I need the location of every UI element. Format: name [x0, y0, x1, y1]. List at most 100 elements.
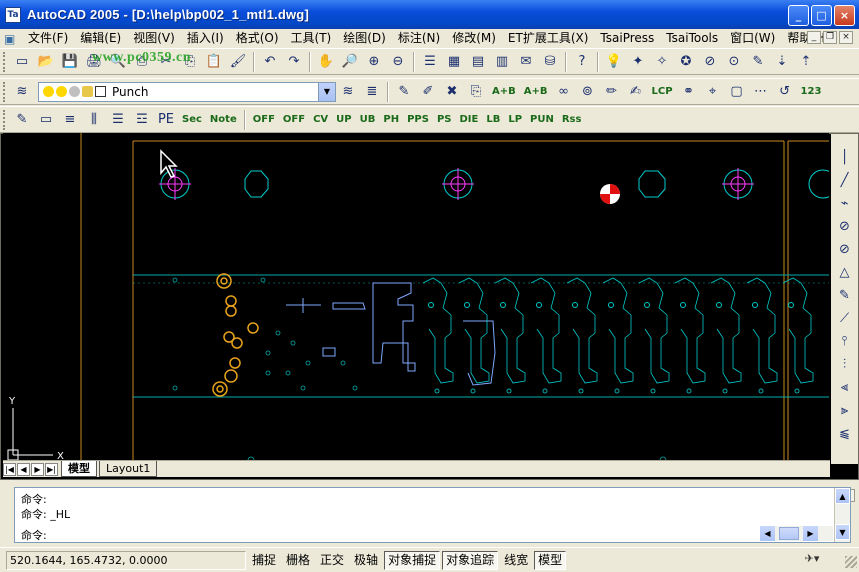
draw-tool-6-icon[interactable]: ✎ — [834, 284, 856, 306]
help-icon[interactable]: ? — [570, 51, 594, 73]
num-icon[interactable]: 123 — [797, 81, 826, 103]
tsai-lb-button[interactable]: LB — [482, 109, 504, 131]
tsai-rss-button[interactable]: Rss — [558, 109, 586, 131]
command-scrollbar[interactable]: ▲ ▼ — [834, 488, 850, 542]
sec-tool-icon[interactable]: ✎ — [10, 109, 34, 131]
tsai-off-icon[interactable]: ⊘ — [698, 51, 722, 73]
chevron-down-icon[interactable]: ▼ — [318, 82, 335, 101]
menu-file[interactable]: 文件(F) — [22, 30, 74, 47]
close-button[interactable]: × — [834, 5, 855, 26]
dots-icon[interactable]: ⋯ — [749, 81, 773, 103]
draw-tool-2-icon[interactable]: ⌁ — [834, 192, 856, 214]
paste-icon[interactable]: 📋 — [202, 51, 226, 73]
draw-tool-0-icon[interactable]: │ — [834, 146, 856, 168]
menu-draw[interactable]: 绘图(D) — [337, 30, 392, 47]
coordinate-readout[interactable]: 520.1644, 165.4732, 0.0000 — [6, 550, 246, 570]
tab-layout1[interactable]: Layout1 — [99, 461, 158, 477]
menu-insert[interactable]: 插入(I) — [181, 30, 230, 47]
brush-icon[interactable]: ✐ — [416, 81, 440, 103]
menu-edit[interactable]: 编辑(E) — [74, 30, 127, 47]
tsai-icon-6[interactable]: ⇡ — [794, 51, 818, 73]
command-prompt[interactable]: 命令: — [21, 527, 47, 543]
rings-icon[interactable]: ⊚ — [576, 81, 600, 103]
status-toggle-7[interactable]: 模型 — [534, 550, 567, 570]
tsai-sec-button[interactable]: Sec — [178, 109, 206, 131]
undo-icon[interactable]: ↶ — [258, 51, 282, 73]
scroll-down-icon[interactable]: ▼ — [835, 524, 850, 540]
circles-icon[interactable]: ∞ — [552, 81, 576, 103]
status-toggle-1[interactable]: 栅格 — [282, 551, 314, 570]
stack-icon[interactable]: ☰ — [106, 109, 130, 131]
link-icon[interactable]: ⚭ — [677, 81, 701, 103]
tsai-icon-4[interactable]: ✎ — [746, 51, 770, 73]
make-layer-current-icon[interactable]: ≋ — [336, 81, 360, 103]
doc-minimize-button[interactable]: _ — [807, 31, 821, 44]
status-toggle-4[interactable]: 对象捕捉 — [384, 550, 441, 570]
zoom-previous-icon[interactable]: ⊖ — [386, 51, 410, 73]
tsai-cv-button[interactable]: CV — [309, 109, 332, 131]
open-icon[interactable]: 📂 — [34, 51, 58, 73]
layer-previous-icon[interactable]: ≣ — [360, 81, 384, 103]
draw-tool-11-icon[interactable]: ⫸ — [834, 399, 856, 421]
last-tab-button[interactable]: ▶| — [45, 462, 58, 476]
tsai-off-button[interactable]: OFF — [279, 109, 309, 131]
redo-icon[interactable]: ↷ — [282, 51, 306, 73]
layers-icon[interactable]: ≡ — [58, 109, 82, 131]
doc-close-button[interactable]: × — [839, 31, 853, 44]
save-icon[interactable]: 💾 — [58, 51, 82, 73]
command-window[interactable]: 命令: 命令: _HL 命令: ▲ ▼ ◀ ▶ — [14, 487, 851, 543]
tsai-ub-button[interactable]: UB — [356, 109, 380, 131]
draw-tool-8-icon[interactable]: ⫯ — [834, 330, 856, 352]
toolpalette-icon[interactable]: ▤ — [466, 51, 490, 73]
tsai-off-button[interactable]: OFF — [249, 109, 279, 131]
tsai-icon-2[interactable]: ✧ — [650, 51, 674, 73]
tab-model[interactable]: 模型 — [61, 461, 97, 477]
draw-tool-1-icon[interactable]: ╱ — [834, 169, 856, 191]
draw-tool-10-icon[interactable]: ⫷ — [834, 376, 856, 398]
menu-window[interactable]: 窗口(W) — [724, 30, 781, 47]
document-icon[interactable]: ▣ — [4, 31, 22, 47]
pen2-icon[interactable]: ✍ — [624, 81, 648, 103]
status-toggle-6[interactable]: 线宽 — [500, 551, 532, 570]
draw-tool-9-icon[interactable]: ⫶ — [834, 353, 856, 375]
menu-tsaitools[interactable]: TsaiTools — [660, 30, 724, 47]
status-toggle-3[interactable]: 极轴 — [350, 551, 382, 570]
tsai-icon-1[interactable]: ✦ — [626, 51, 650, 73]
hook-icon[interactable]: ↺ — [773, 81, 797, 103]
target-icon[interactable]: ⌖ — [701, 81, 725, 103]
draw-tool-12-icon[interactable]: ⫹ — [834, 422, 856, 444]
dbconnect-icon[interactable]: ⛁ — [538, 51, 562, 73]
tsai-die-button[interactable]: DIE — [455, 109, 482, 131]
minimize-button[interactable]: _ — [788, 5, 809, 26]
bars-icon[interactable]: ⫼ — [82, 109, 106, 131]
match-icon[interactable]: 🖌 — [226, 51, 250, 73]
menu-modify[interactable]: 修改(M) — [446, 30, 502, 47]
menu-view[interactable]: 视图(V) — [127, 30, 181, 47]
next-tab-button[interactable]: ▶ — [31, 462, 44, 476]
status-toggle-5[interactable]: 对象追踪 — [442, 550, 499, 570]
a-plus-b-icon[interactable]: A+B — [488, 81, 520, 103]
zoom-window-icon[interactable]: ⊕ — [362, 51, 386, 73]
markup-icon[interactable]: ✉ — [514, 51, 538, 73]
menu-et-express[interactable]: ET扩展工具(X) — [502, 30, 595, 47]
drawing-canvas[interactable]: Y X — [3, 133, 829, 460]
scroll-left-icon[interactable]: ◀ — [760, 526, 775, 541]
pan-icon[interactable]: ✋ — [314, 51, 338, 73]
tsai-ps-button[interactable]: PS — [433, 109, 456, 131]
scroll-right-icon[interactable]: ▶ — [803, 526, 818, 541]
tsai-note-button[interactable]: Note — [206, 109, 241, 131]
doc-restore-button[interactable]: ❐ — [823, 31, 837, 44]
tsai-icon-3[interactable]: ✪ — [674, 51, 698, 73]
tsai-up-button[interactable]: UP — [332, 109, 355, 131]
pencil-icon[interactable]: ✎ — [392, 81, 416, 103]
frame-icon[interactable]: ▭ — [34, 109, 58, 131]
a-plus-b-2-icon[interactable]: A+B — [520, 81, 552, 103]
first-tab-button[interactable]: |◀ — [3, 462, 16, 476]
lcp-icon[interactable]: LCP — [648, 81, 677, 103]
stack2-icon[interactable]: ☲ — [130, 109, 154, 131]
bulb-icon[interactable]: 💡 — [602, 51, 626, 73]
command-hscrollbar[interactable]: ◀ ▶ — [760, 526, 833, 541]
draw-tool-3-icon[interactable]: ⊘ — [834, 215, 856, 237]
maximize-button[interactable]: □ — [811, 5, 832, 26]
comm-center-icon[interactable]: ✈▾ — [803, 551, 821, 567]
